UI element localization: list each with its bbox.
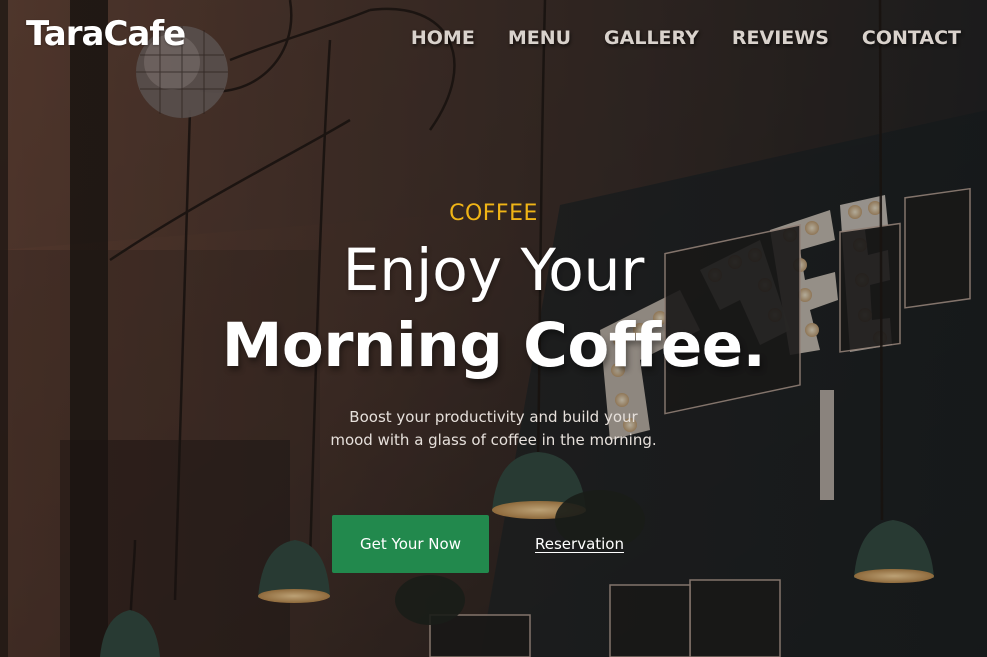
hero-headline-line1: Enjoy Your bbox=[342, 236, 645, 304]
hero-subtext-line1: Boost your productivity and build your bbox=[349, 408, 638, 426]
navbar: TaraCafe HOME MENU GALLERY REVIEWS CONTA… bbox=[0, 0, 987, 78]
nav-link-contact[interactable]: CONTACT bbox=[862, 27, 961, 49]
hero-subtext-line2: mood with a glass of coffee in the morni… bbox=[330, 431, 657, 449]
logo[interactable]: TaraCafe bbox=[26, 14, 186, 54]
nav-link-home[interactable]: HOME bbox=[411, 27, 475, 49]
cta-row: Get Your Now Reservation bbox=[332, 515, 624, 573]
nav-link-reviews[interactable]: REVIEWS bbox=[732, 27, 829, 49]
hero-subtext: Boost your productivity and build your m… bbox=[0, 406, 987, 452]
get-your-now-button[interactable]: Get Your Now bbox=[332, 515, 489, 573]
hero-section: TaraCafe HOME MENU GALLERY REVIEWS CONTA… bbox=[0, 0, 987, 657]
reservation-link[interactable]: Reservation bbox=[535, 535, 624, 553]
nav-link-menu[interactable]: MENU bbox=[508, 27, 571, 49]
nav-menu: HOME MENU GALLERY REVIEWS CONTACT bbox=[411, 27, 961, 49]
hero-content: COFFEE Enjoy Your Morning Coffee. Boost … bbox=[0, 198, 987, 452]
nav-link-gallery[interactable]: GALLERY bbox=[604, 27, 699, 49]
hero-headline-line2: Morning Coffee. bbox=[221, 310, 766, 381]
hero-eyebrow: COFFEE bbox=[449, 201, 538, 226]
